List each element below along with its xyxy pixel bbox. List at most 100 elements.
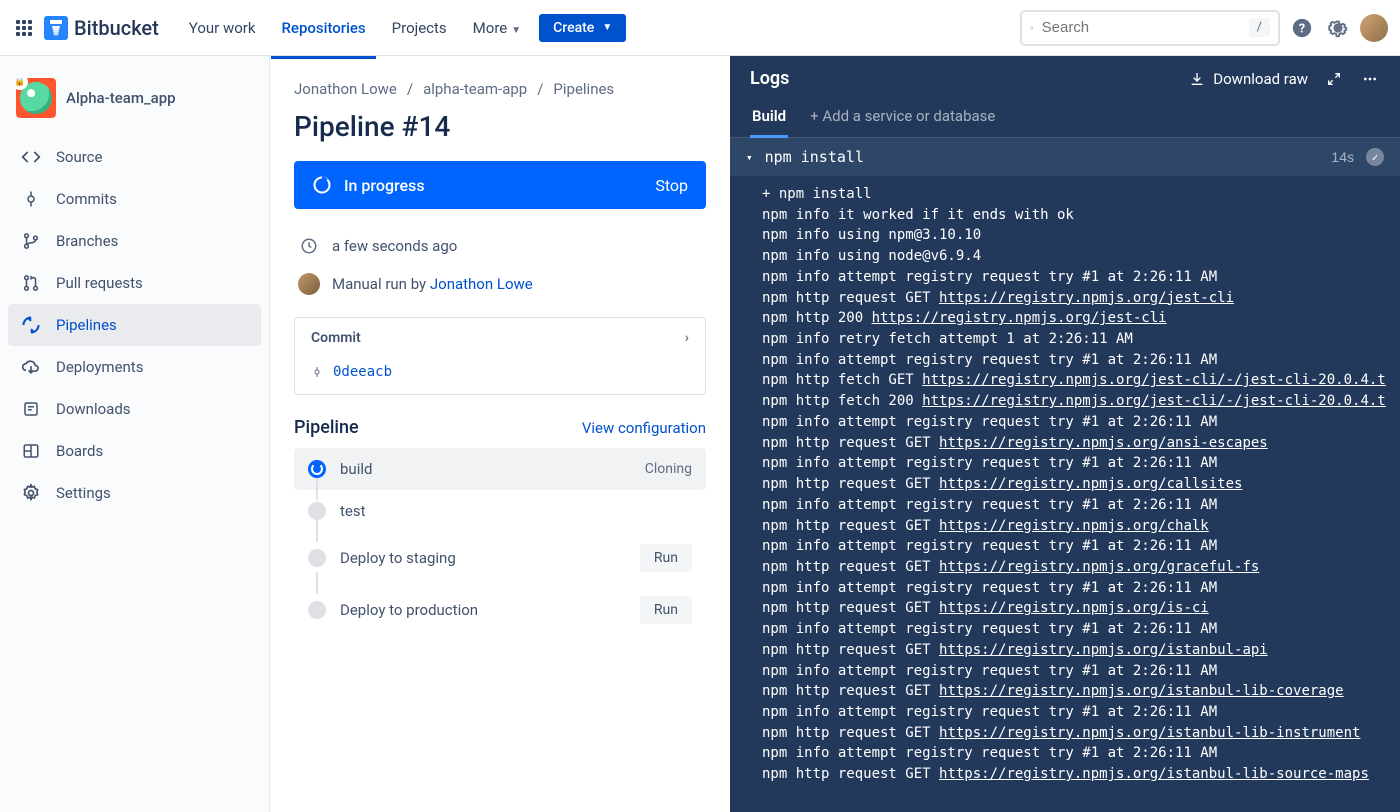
run-step-button[interactable]: Run	[640, 544, 692, 572]
more-button[interactable]	[1360, 71, 1380, 87]
commit-icon	[311, 366, 323, 378]
pipeline-detail: Jonathon Lowe / alpha-team-app / Pipelin…	[270, 56, 730, 812]
nav-repositories[interactable]: Repositories	[271, 15, 375, 41]
nav-projects[interactable]: Projects	[382, 15, 457, 41]
log-url-link[interactable]: https://registry.npmjs.org/istanbul-lib-…	[939, 683, 1344, 699]
logs-tab[interactable]: Build	[750, 99, 788, 138]
log-url-link[interactable]: https://registry.npmjs.org/graceful-fs	[939, 559, 1259, 575]
run-step-button[interactable]: Run	[640, 596, 692, 624]
sidebar-item-commits[interactable]: Commits	[8, 178, 261, 220]
sidebar-item-pipelines[interactable]: Pipelines	[8, 304, 261, 346]
pipeline-step[interactable]: test	[294, 490, 706, 532]
download-label: Download raw	[1213, 70, 1308, 88]
log-line: npm http request GET https://registry.np…	[762, 598, 1400, 619]
sidebar-item-downloads[interactable]: Downloads	[8, 388, 261, 430]
chevron-down-icon: ▼	[511, 25, 521, 36]
log-line: npm info attempt registry request try #1…	[762, 453, 1400, 474]
step-bullet-icon	[308, 502, 326, 520]
sidebar: 🔒 Alpha-team_app SourceCommitsBranchesPu…	[0, 56, 270, 812]
search-icon	[1030, 19, 1034, 37]
time-text: a few seconds ago	[332, 237, 457, 255]
logs-panel: Logs Download raw Build+ Add a service o…	[730, 56, 1400, 812]
sidebar-item-settings[interactable]: Settings	[8, 472, 261, 514]
breadcrumb-item[interactable]: Jonathon Lowe	[294, 80, 397, 98]
bitbucket-icon	[44, 16, 68, 40]
step-name: Deploy to staging	[340, 549, 626, 567]
pipeline-heading: Pipeline	[294, 417, 359, 438]
log-url-link[interactable]: https://registry.npmjs.org/ansi-escapes	[939, 435, 1268, 451]
log-line: npm http request GET https://registry.np…	[762, 288, 1400, 309]
breadcrumb-item[interactable]: Pipelines	[553, 80, 614, 98]
step-name: Deploy to production	[340, 601, 626, 619]
log-line: npm info attempt registry request try #1…	[762, 267, 1400, 288]
pipeline-step[interactable]: Deploy to production Run	[294, 584, 706, 636]
log-url-link[interactable]: https://registry.npmjs.org/jest-cli/-/je…	[922, 393, 1386, 409]
stop-button[interactable]: Stop	[655, 176, 688, 195]
log-line: npm info attempt registry request try #1…	[762, 661, 1400, 682]
search-field[interactable]	[1042, 19, 1241, 36]
sidebar-item-label: Settings	[56, 484, 111, 502]
search-input[interactable]: /	[1020, 10, 1280, 46]
commit-section-header[interactable]: Commit ›	[295, 318, 705, 358]
bitbucket-logo[interactable]: Bitbucket	[44, 16, 159, 40]
commit-hash-link[interactable]: 0deeacb	[333, 364, 392, 380]
commit-box: Commit › 0deeacb	[294, 317, 706, 395]
sidebar-item-branches[interactable]: Branches	[8, 220, 261, 262]
log-url-link[interactable]: https://registry.npmjs.org/istanbul-lib-…	[939, 766, 1369, 782]
sidebar-item-pull-requests[interactable]: Pull requests	[8, 262, 261, 304]
pipeline-step[interactable]: buildCloning	[294, 448, 706, 490]
download-icon	[1189, 71, 1205, 87]
download-icon	[20, 398, 42, 420]
log-line: npm http request GET https://registry.np…	[762, 516, 1400, 537]
repo-icon: 🔒	[16, 78, 56, 118]
pipeline-step[interactable]: Deploy to staging Run	[294, 532, 706, 584]
board-icon	[20, 440, 42, 462]
log-line: npm http request GET https://registry.np…	[762, 640, 1400, 661]
log-url-link[interactable]: https://registry.npmjs.org/jest-cli/-/je…	[922, 372, 1386, 388]
status-label: In progress	[344, 176, 643, 195]
download-raw-button[interactable]: Download raw	[1189, 70, 1308, 88]
log-section-name: npm install	[765, 148, 1320, 166]
sidebar-item-label: Boards	[56, 442, 103, 460]
log-line: npm http request GET https://registry.np…	[762, 681, 1400, 702]
logs-tab[interactable]: + Add a service or database	[808, 99, 997, 137]
view-configuration-link[interactable]: View configuration	[582, 419, 706, 437]
help-button[interactable]: ?	[1288, 14, 1316, 42]
clock-icon	[298, 235, 320, 257]
create-button[interactable]: Create ▼	[539, 14, 626, 42]
run-user-link[interactable]: Jonathon Lowe	[430, 275, 533, 293]
settings-button[interactable]	[1324, 14, 1352, 42]
log-url-link[interactable]: https://registry.npmjs.org/jest-cli	[939, 290, 1234, 306]
step-connector	[316, 520, 318, 542]
expand-button[interactable]	[1326, 71, 1342, 87]
nav-more[interactable]: More▼	[463, 15, 531, 41]
breadcrumb-item[interactable]: alpha-team-app	[423, 80, 527, 98]
log-url-link[interactable]: https://registry.npmjs.org/callsites	[939, 476, 1242, 492]
commit-icon	[20, 188, 42, 210]
log-line: npm info attempt registry request try #1…	[762, 702, 1400, 723]
nav-your-work[interactable]: Your work	[179, 15, 266, 41]
sidebar-item-source[interactable]: Source	[8, 136, 261, 178]
pipeline-section-head: Pipeline View configuration	[294, 417, 706, 438]
sidebar-item-deployments[interactable]: Deployments	[8, 346, 261, 388]
user-avatar-small	[298, 273, 320, 295]
log-output[interactable]: + npm installnpm info it worked if it en…	[730, 176, 1400, 812]
log-section-header[interactable]: ▾ npm install 14s ✓	[730, 138, 1400, 176]
log-url-link[interactable]: https://registry.npmjs.org/istanbul-api	[939, 642, 1268, 658]
log-line: npm http request GET https://registry.np…	[762, 723, 1400, 744]
log-line: npm info retry fetch attempt 1 at 2:26:1…	[762, 329, 1400, 350]
log-url-link[interactable]: https://registry.npmjs.org/is-ci	[939, 600, 1209, 616]
step-bullet-icon	[308, 549, 326, 567]
log-url-link[interactable]: https://registry.npmjs.org/istanbul-lib-…	[939, 725, 1360, 741]
gear-icon	[20, 482, 42, 504]
repo-header[interactable]: 🔒 Alpha-team_app	[8, 72, 261, 136]
log-url-link[interactable]: https://registry.npmjs.org/jest-cli	[872, 310, 1167, 326]
log-url-link[interactable]: https://registry.npmjs.org/chalk	[939, 518, 1209, 534]
help-icon: ?	[1291, 17, 1313, 39]
app-switcher-icon[interactable]	[12, 16, 36, 40]
cloud-icon	[20, 356, 42, 378]
user-avatar[interactable]	[1360, 14, 1388, 42]
log-line: npm info attempt registry request try #1…	[762, 743, 1400, 764]
sidebar-item-boards[interactable]: Boards	[8, 430, 261, 472]
step-bullet-icon	[308, 460, 326, 478]
